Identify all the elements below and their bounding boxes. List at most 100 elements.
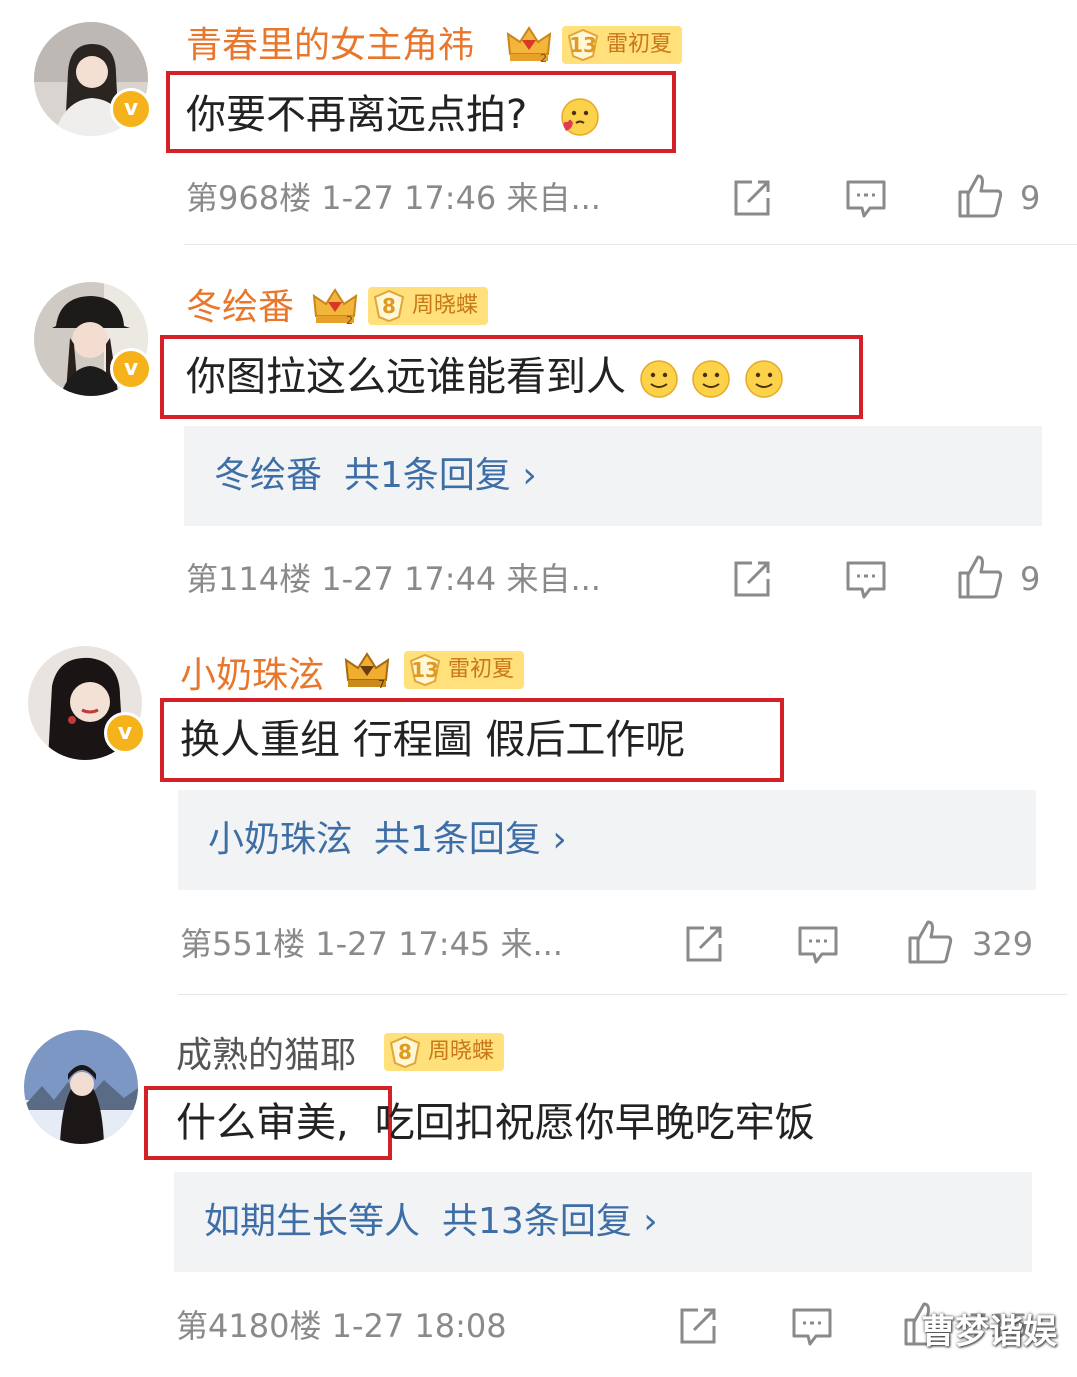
reply-count: 共1条回复 — [344, 455, 511, 496]
avatar[interactable]: v — [34, 282, 152, 396]
reply-link[interactable]: 小奶珠泫 共1条回复 › — [208, 815, 567, 865]
comment-date: 1-27 — [321, 179, 394, 217]
comment-time: 17:45 — [398, 925, 491, 963]
like-count: 329 — [972, 925, 1034, 963]
comment-text: 你要不再离远点拍? — [186, 92, 528, 138]
comment-divider — [178, 994, 1067, 995]
like-count: 9 — [1020, 179, 1041, 217]
svg-text:2: 2 — [346, 314, 353, 326]
username[interactable]: 青春里的女主角祎 — [186, 24, 474, 68]
reply-preview[interactable]: 如期生长等人 共13条回复 › — [174, 1172, 1032, 1272]
comment-4: 成熟的猫耶 8 周晓蝶 什么审美, 吃回扣祝愿你早晚吃牢饭 如期生长等人 共13条回… — [0, 0, 1077, 1346]
comment-date: 1-27 — [331, 1307, 405, 1345]
reply-count: 共1条回复 — [374, 819, 541, 860]
comment-text: 你图拉这么远谁能看到人 — [186, 354, 626, 400]
avatar[interactable] — [24, 1030, 138, 1144]
comment-icon[interactable] — [790, 1304, 834, 1348]
comment-date: 1-27 — [315, 925, 388, 963]
comment-meta: 第551楼 1-27 17:45 来... — [180, 924, 563, 964]
share-icon[interactable] — [676, 1304, 720, 1348]
comment-text-row: 什么审美, 吃回扣祝愿你早晚吃牢饭 — [176, 1098, 815, 1148]
fan-badge[interactable]: 8 周晓蝶 — [368, 287, 489, 325]
chevron-right-icon: › — [552, 819, 567, 860]
fan-level: 8 — [398, 1040, 412, 1064]
reply-user: 小奶珠泫 — [208, 819, 353, 860]
emoji-icon — [561, 98, 599, 136]
crown-icon: 2 — [506, 26, 552, 64]
emoji-icon — [745, 360, 783, 398]
floor-number: 第551楼 — [180, 925, 306, 963]
comment-icon[interactable] — [844, 176, 888, 220]
chevron-right-icon: › — [522, 455, 537, 496]
comment-date: 1-27 — [321, 560, 394, 598]
like-icon[interactable] — [956, 172, 1004, 220]
comment-text: 吃回扣祝愿你早晚吃牢饭 — [374, 1100, 815, 1146]
comment-icon[interactable] — [844, 557, 888, 601]
reply-preview[interactable]: 小奶珠泫 共1条回复 › — [178, 790, 1036, 890]
svg-text:2: 2 — [540, 52, 547, 64]
reply-user: 如期生长等人 — [204, 1201, 421, 1242]
floor-number: 第968楼 — [186, 179, 312, 217]
reply-count: 共13条回复 — [442, 1201, 632, 1242]
comment-time: 18:08 — [414, 1307, 507, 1345]
comment-meta: 第968楼 1-27 17:46 来自... — [186, 178, 601, 218]
comment-text-row: 换人重组 行程圖 假后工作呢 — [180, 715, 685, 765]
fan-level-icon: 8 — [388, 1035, 422, 1069]
comment-time: 17:46 — [404, 179, 497, 217]
avatar[interactable]: v — [28, 646, 146, 760]
avatar-image — [24, 1030, 138, 1144]
fan-level-icon: 13 — [566, 28, 600, 62]
comment-text-highlight: 什么审美, — [176, 1100, 349, 1146]
username[interactable]: 成熟的猫耶 — [176, 1034, 356, 1078]
floor-number: 第4180楼 — [176, 1307, 322, 1345]
reply-link[interactable]: 冬绘番 共1条回复 › — [214, 451, 537, 501]
username[interactable]: 小奶珠泫 — [180, 654, 324, 698]
share-icon[interactable] — [682, 922, 726, 966]
share-icon[interactable] — [730, 176, 774, 220]
reply-link[interactable]: 如期生长等人 共13条回复 › — [204, 1197, 658, 1247]
comment-time: 17:44 — [404, 560, 497, 598]
fan-badge[interactable]: 13 雷初夏 — [562, 26, 683, 64]
crown-icon: 2 — [312, 288, 358, 326]
fan-badge[interactable]: 8 周晓蝶 — [384, 1033, 505, 1071]
fan-badge-name: 雷初夏 — [448, 657, 515, 682]
like-icon[interactable] — [956, 553, 1004, 601]
comment-text-row: 你图拉这么远谁能看到人 — [186, 352, 784, 402]
emoji-icon — [639, 360, 678, 398]
comment-1: v 青春里的女主角祎 2 13 雷初夏 你要不再离远点拍? 第968楼 1-27… — [0, 0, 1077, 250]
fan-level: 8 — [382, 294, 396, 318]
username[interactable]: 冬绘番 — [186, 286, 294, 330]
fan-badge-name: 周晓蝶 — [412, 293, 479, 318]
avatar[interactable]: v — [34, 22, 152, 136]
fan-badge-name: 雷初夏 — [606, 32, 673, 57]
fan-badge[interactable]: 13 雷初夏 — [404, 651, 525, 689]
fan-level-icon: 8 — [372, 289, 406, 323]
like-count: 9 — [1020, 560, 1041, 598]
crown-icon: 7 — [344, 652, 390, 690]
floor-number: 第114楼 — [186, 560, 312, 598]
watermark: 曹梦谐娱 — [921, 1312, 1057, 1352]
comment-source: 来... — [500, 925, 563, 963]
comment-meta: 第4180楼 1-27 18:08 — [176, 1306, 507, 1346]
share-icon[interactable] — [730, 557, 774, 601]
emoji-icon — [692, 360, 731, 398]
fan-level: 13 — [411, 658, 439, 682]
fan-level-icon: 13 — [408, 653, 442, 687]
fan-badge-name: 周晓蝶 — [428, 1039, 495, 1064]
reply-user: 冬绘番 — [214, 455, 323, 496]
fan-level: 13 — [569, 33, 597, 57]
comment-source: 来自... — [506, 179, 601, 217]
verified-badge-icon: v — [110, 348, 152, 390]
verified-badge-icon: v — [110, 88, 152, 130]
chevron-right-icon: › — [643, 1201, 658, 1242]
verified-badge-icon: v — [104, 712, 146, 754]
svg-text:7: 7 — [378, 678, 385, 690]
comment-divider — [184, 244, 1077, 245]
reply-preview[interactable]: 冬绘番 共1条回复 › — [184, 426, 1042, 526]
comment-text-row: 你要不再离远点拍? — [186, 90, 600, 140]
like-icon[interactable] — [906, 918, 954, 966]
comment-icon[interactable] — [796, 922, 840, 966]
comment-text: 换人重组 行程圖 假后工作呢 — [180, 717, 686, 763]
comment-source: 来自... — [506, 560, 601, 598]
comment-meta: 第114楼 1-27 17:44 来自... — [186, 559, 601, 599]
